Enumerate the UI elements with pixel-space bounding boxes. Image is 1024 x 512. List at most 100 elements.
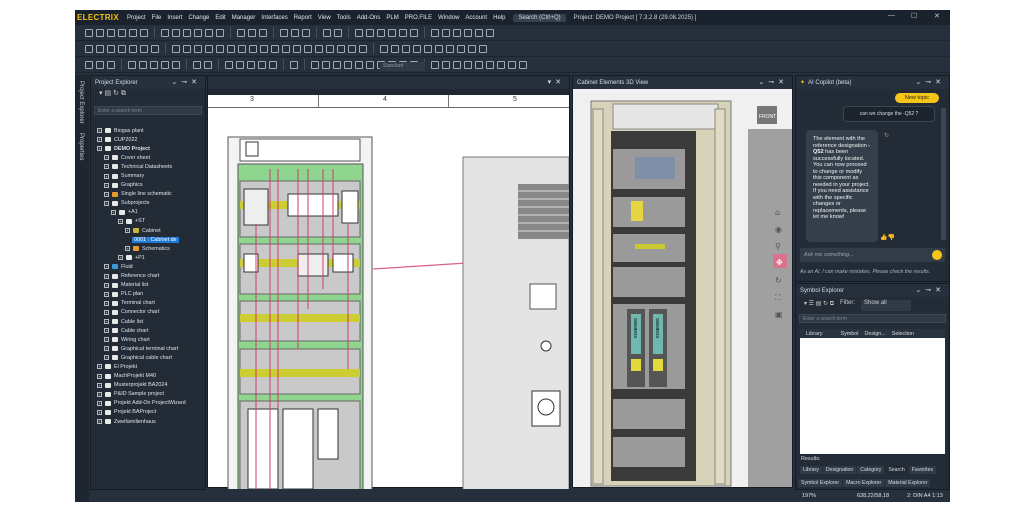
tree-item[interactable]: + Projekt Add-On ProjectWizard	[93, 399, 203, 408]
toolbar-button[interactable]	[107, 28, 115, 37]
toolbar-button[interactable]	[497, 60, 505, 69]
menu-plm[interactable]: PLM	[386, 15, 398, 21]
menu-insert[interactable]: Insert	[167, 15, 182, 21]
minimize-button[interactable]: —	[888, 12, 895, 19]
toolbar-button[interactable]	[85, 44, 93, 53]
expand-toggle-icon[interactable]: +	[97, 419, 102, 425]
expand-toggle-icon[interactable]: +	[104, 200, 109, 206]
menu-edit[interactable]: Edit	[215, 15, 225, 21]
toolbar-button[interactable]	[260, 44, 268, 53]
panel-controls[interactable]: ⌄⊸✕	[758, 78, 788, 86]
toolbar-button[interactable]	[96, 44, 104, 53]
toolbar-button[interactable]	[508, 60, 516, 69]
toolbar-button[interactable]	[205, 28, 213, 37]
tree-item[interactable]: + Terminal chart	[93, 299, 203, 308]
expand-toggle-icon[interactable]: +	[104, 173, 109, 179]
tab-symbol-explorer[interactable]: Symbol Explorer	[798, 479, 843, 487]
tree-item[interactable]: + Schematics	[93, 244, 203, 253]
menu-view[interactable]: View	[318, 15, 331, 21]
toolbar-button[interactable]	[334, 28, 342, 37]
toolbar-button[interactable]	[216, 28, 224, 37]
panel-controls[interactable]: ⌄⊸✕	[171, 78, 201, 86]
toolbar-button[interactable]	[464, 28, 472, 37]
tree-item[interactable]: + DEMO Project	[93, 144, 203, 153]
toolbar-button[interactable]	[269, 60, 277, 69]
toolbar-button[interactable]	[107, 60, 115, 69]
toolbar-button[interactable]	[322, 60, 330, 69]
toolbar-button[interactable]	[388, 28, 396, 37]
symbol-toolbar[interactable]: ▾ ☰ ▤ ↻ ⧉ Filter: Show all	[796, 297, 949, 311]
toolbar-button[interactable]	[431, 60, 439, 69]
toolbar-button[interactable]	[453, 60, 461, 69]
tree-item[interactable]: + CUP2022	[93, 135, 203, 144]
toolbar-button[interactable]	[140, 28, 148, 37]
expand-toggle-icon[interactable]: +	[125, 246, 130, 252]
toolbar-button[interactable]	[129, 28, 137, 37]
expand-toggle-icon[interactable]: +	[104, 155, 109, 161]
toolbar-button[interactable]	[355, 60, 363, 69]
menu-interfaces[interactable]: Interfaces	[261, 15, 287, 21]
tree-item[interactable]: + Summary	[93, 171, 203, 180]
regenerate-icon[interactable]: ↻	[884, 132, 889, 139]
tab-designation[interactable]: Designation	[822, 466, 857, 474]
toolbar-button[interactable]	[435, 44, 443, 53]
toolbar-button[interactable]	[399, 28, 407, 37]
expand-toggle-icon[interactable]: +	[104, 328, 109, 334]
toolbar-button[interactable]	[129, 44, 137, 53]
toolbar-button[interactable]	[410, 28, 418, 37]
toolbar-button[interactable]	[402, 44, 410, 53]
expand-toggle-icon[interactable]: +	[118, 255, 123, 261]
toolbar-button[interactable]	[366, 28, 374, 37]
tree-item[interactable]: + El Projekt	[93, 362, 203, 371]
expand-toggle-icon[interactable]: +	[97, 128, 102, 134]
menu-manager[interactable]: Manager	[232, 15, 256, 21]
toolbar-button[interactable]	[442, 60, 450, 69]
toolbar-button[interactable]	[424, 44, 432, 53]
toolbar-button[interactable]	[326, 44, 334, 53]
tree-item[interactable]: + P&ID Sample project	[93, 390, 203, 399]
expand-toggle-icon[interactable]: +	[125, 228, 130, 234]
toolbar-button[interactable]	[431, 28, 439, 37]
toolbar-button[interactable]	[344, 60, 352, 69]
tab-library[interactable]: Library	[800, 466, 822, 474]
symbol-search-input[interactable]: Enter a search term	[799, 314, 946, 323]
tree-item[interactable]: + Cable list	[93, 317, 203, 326]
toolbar-button[interactable]	[172, 28, 180, 37]
toolbar-button[interactable]	[304, 44, 312, 53]
expand-toggle-icon[interactable]: +	[104, 182, 109, 188]
expand-toggle-icon[interactable]: +	[111, 209, 116, 215]
tree-item[interactable]: + Cover sheet	[93, 153, 203, 162]
expand-toggle-icon[interactable]: +	[97, 382, 102, 388]
tab-material-explorer[interactable]: Material Explorer	[885, 479, 931, 487]
menu-report[interactable]: Report	[294, 15, 312, 21]
tree-item[interactable]: + Connector chart	[93, 308, 203, 317]
tree-item[interactable]: + Cable chart	[93, 326, 203, 335]
tree-item[interactable]: + +A1	[93, 208, 203, 217]
toolbar-button[interactable]	[205, 44, 213, 53]
toolbar-button[interactable]	[216, 44, 224, 53]
expand-toggle-icon[interactable]: +	[97, 146, 102, 152]
expand-toggle-icon[interactable]: +	[104, 291, 109, 297]
expand-toggle-icon[interactable]: +	[104, 282, 109, 288]
style-select[interactable]: Standard	[380, 62, 425, 71]
toolbar-button[interactable]	[118, 28, 126, 37]
toolbar-button[interactable]	[464, 60, 472, 69]
thumbs-feedback-icon[interactable]: 👍👎	[880, 234, 895, 241]
tree-item[interactable]: + +ST	[93, 217, 203, 226]
send-button[interactable]	[932, 250, 942, 260]
expand-toggle-icon[interactable]: +	[97, 373, 102, 379]
menu-change[interactable]: Change	[188, 15, 209, 21]
menu-addons[interactable]: Add-Ons	[357, 15, 381, 21]
tree-item[interactable]: + Material list	[93, 281, 203, 290]
tree-item[interactable]: + Graphical cable chart	[93, 353, 203, 362]
toolbar-button[interactable]	[258, 60, 266, 69]
pan-icon[interactable]: ✥	[776, 258, 783, 267]
panel-controls[interactable]: ⌄⊸✕	[915, 286, 945, 294]
expand-toggle-icon[interactable]: +	[97, 409, 102, 415]
tree-item[interactable]: + Musterprojekt BA2024	[93, 381, 203, 390]
side-tab-properties[interactable]: Properties	[78, 133, 84, 160]
menu-window[interactable]: Window	[438, 15, 459, 21]
menu-account[interactable]: Account	[465, 15, 487, 21]
search-box[interactable]: Search (Ctrl+Q)	[513, 13, 566, 22]
tab-macro-explorer[interactable]: Macro Explorer	[843, 479, 885, 487]
